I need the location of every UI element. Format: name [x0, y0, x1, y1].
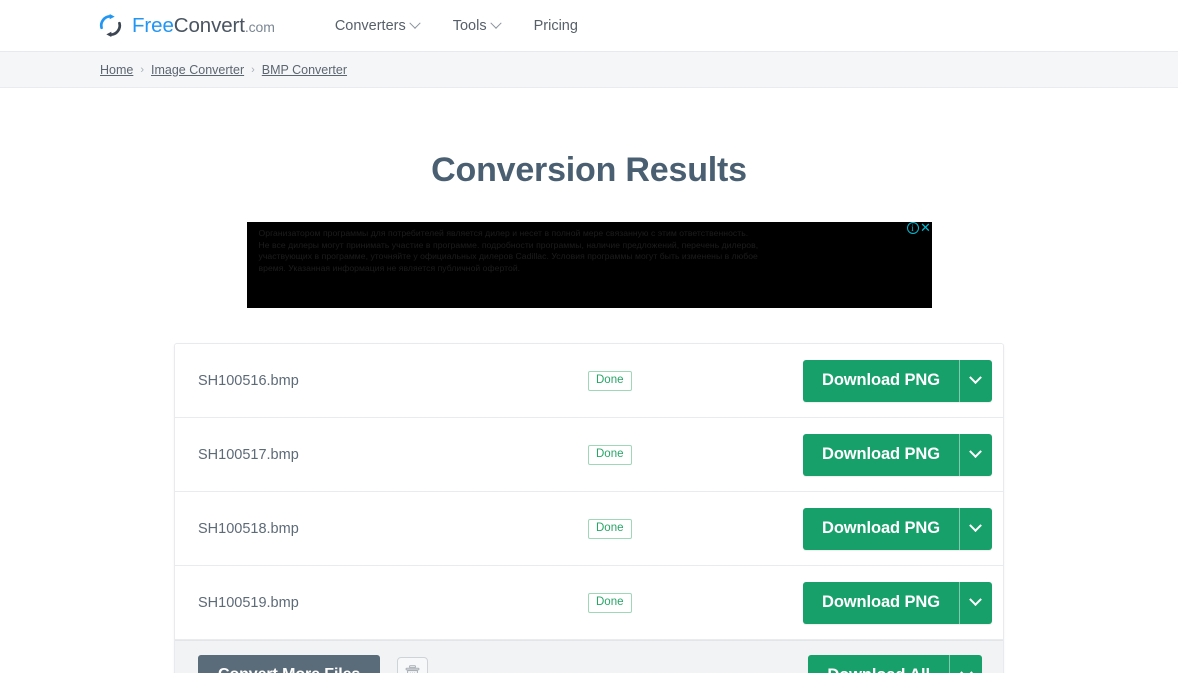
- nav-item-converters[interactable]: Converters: [334, 17, 421, 34]
- download-button[interactable]: Download PNG: [803, 508, 959, 550]
- conversion-results-card: SH100516.bmp Done Download PNG SH100517.…: [174, 343, 1004, 673]
- download-all-options-button[interactable]: [949, 654, 982, 673]
- site-logo[interactable]: FreeConvert.com: [98, 13, 275, 38]
- file-name: SH100518.bmp: [198, 520, 299, 537]
- nav-label-pricing: Pricing: [533, 17, 578, 34]
- breadcrumb-bar: Home › Image Converter › BMP Converter: [0, 52, 1178, 88]
- ad-controls: i ✕: [906, 222, 932, 234]
- status-badge: Done: [588, 370, 632, 391]
- circular-sync-arrows-icon: [98, 13, 123, 38]
- site-header: FreeConvert.com Converters Tools Pricing: [0, 0, 1178, 52]
- download-button[interactable]: Download PNG: [803, 434, 959, 476]
- status-cell: Done: [588, 592, 803, 613]
- breadcrumb-separator: ›: [251, 63, 255, 76]
- download-cell: Download PNG: [803, 581, 992, 624]
- ad-text-line-4: время. Указанная информация не является …: [258, 262, 521, 273]
- convert-more-files-button[interactable]: Convert More Files: [198, 655, 381, 673]
- download-all-split-button[interactable]: Download All: [808, 654, 982, 673]
- chevron-down-icon: [969, 371, 983, 385]
- download-cell: Download PNG: [803, 433, 992, 476]
- file-name: SH100519.bmp: [198, 594, 299, 611]
- breadcrumb-item-image-converter[interactable]: Image Converter: [151, 63, 244, 77]
- nav-label-converters: Converters: [334, 17, 406, 34]
- chevron-down-icon: [969, 519, 983, 533]
- ad-text-line-3: участвующих в программе, уточняйте у офи…: [258, 251, 758, 261]
- brand-convert: Convert: [173, 13, 245, 37]
- nav-item-pricing[interactable]: Pricing: [534, 18, 578, 34]
- status-badge: Done: [588, 592, 632, 613]
- breadcrumb-item-home[interactable]: Home: [100, 63, 133, 77]
- breadcrumb-item-bmp-converter[interactable]: BMP Converter: [262, 63, 347, 77]
- chevron-down-icon: [959, 666, 973, 673]
- ad-close-icon[interactable]: ✕: [919, 222, 932, 234]
- status-cell: Done: [588, 518, 803, 539]
- breadcrumb: Home › Image Converter › BMP Converter: [100, 63, 347, 77]
- download-all-button[interactable]: Download All: [808, 655, 949, 673]
- brand-wordmark: FreeConvert.com: [132, 14, 275, 38]
- page-title: Conversion Results: [431, 151, 747, 189]
- brand-free: Free: [132, 13, 174, 37]
- file-name: SH100517.bmp: [198, 446, 299, 463]
- download-options-button[interactable]: [958, 507, 992, 550]
- download-split-button[interactable]: Download PNG: [803, 433, 992, 476]
- ad-text-line-1: Организатором программы для потребителей…: [258, 228, 749, 238]
- nav-item-tools[interactable]: Tools: [452, 17, 502, 34]
- file-name: SH100516.bmp: [198, 372, 299, 389]
- adchoices-info-icon[interactable]: i: [906, 222, 919, 234]
- download-split-button[interactable]: Download PNG: [803, 507, 992, 550]
- nav-label-tools: Tools: [452, 17, 487, 34]
- table-row: SH100516.bmp Done Download PNG: [175, 344, 1003, 418]
- download-button[interactable]: Download PNG: [803, 360, 959, 402]
- status-badge: Done: [588, 518, 632, 539]
- download-cell: Download PNG: [803, 359, 992, 402]
- download-options-button[interactable]: [958, 433, 992, 476]
- page-body: Conversion Results Организатором програм…: [0, 88, 1178, 673]
- table-row: SH100518.bmp Done Download PNG: [175, 492, 1003, 566]
- ad-banner[interactable]: Организатором программы для потребителей…: [246, 222, 932, 308]
- table-row: SH100517.bmp Done Download PNG: [175, 418, 1003, 492]
- card-action-bar: Convert More Files Download All: [175, 640, 1003, 673]
- download-cell: Download PNG: [803, 507, 992, 550]
- delete-all-button[interactable]: [397, 656, 429, 673]
- main-nav: Converters Tools Pricing: [334, 17, 578, 34]
- download-button[interactable]: Download PNG: [803, 582, 959, 624]
- status-cell: Done: [588, 370, 803, 391]
- chevron-down-icon: [969, 445, 983, 459]
- ad-text: Организатором программы для потребителей…: [247, 222, 932, 274]
- table-row: SH100519.bmp Done Download PNG: [175, 566, 1003, 640]
- ad-text-line-2: Не все дилеры могут принимать участие в …: [258, 239, 759, 250]
- download-options-button[interactable]: [958, 581, 992, 624]
- status-cell: Done: [588, 444, 803, 465]
- ad-container: Организатором программы для потребителей…: [246, 222, 932, 308]
- status-badge: Done: [588, 444, 632, 465]
- chevron-down-icon: [969, 593, 983, 607]
- download-split-button[interactable]: Download PNG: [803, 581, 992, 624]
- breadcrumb-separator: ›: [140, 63, 145, 76]
- trash-icon: [405, 664, 420, 673]
- brand-dotcom: .com: [244, 18, 275, 35]
- chevron-down-icon: [489, 17, 502, 29]
- download-split-button[interactable]: Download PNG: [803, 359, 992, 402]
- chevron-down-icon: [409, 17, 421, 29]
- download-options-button[interactable]: [958, 359, 992, 402]
